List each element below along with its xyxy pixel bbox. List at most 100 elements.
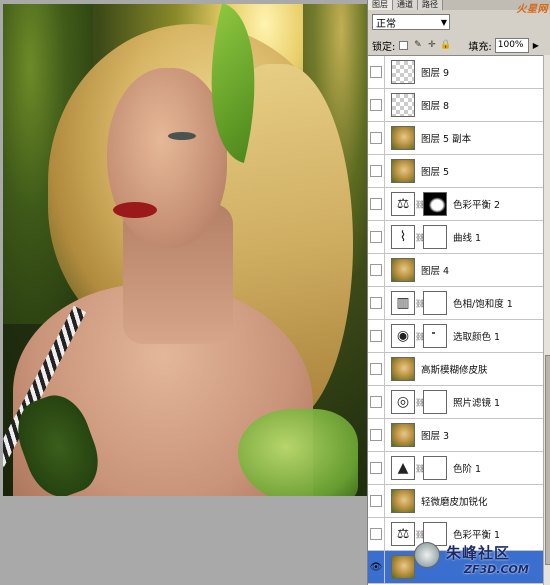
layer-row[interactable]: 图层 3 bbox=[368, 418, 543, 452]
layer-thumbnail bbox=[391, 357, 415, 381]
layer-row[interactable]: ⌇ ⛓ 曲线 1 bbox=[368, 220, 543, 254]
lock-label: 锁定: bbox=[372, 41, 396, 53]
tab-paths[interactable]: 路径 bbox=[418, 0, 443, 10]
visibility-box bbox=[370, 462, 382, 474]
chain-link-icon[interactable]: ⛓ bbox=[415, 200, 425, 209]
visibility-box bbox=[370, 396, 382, 408]
chain-link-icon[interactable]: ⛓ bbox=[415, 464, 425, 473]
lips bbox=[113, 202, 157, 218]
layer-name[interactable]: 曲线 1 bbox=[453, 230, 481, 244]
lock-position-icon[interactable]: ✛ bbox=[426, 40, 437, 51]
watermark-url: ZF3D.COM bbox=[464, 563, 529, 576]
fill-label: 填充: bbox=[468, 41, 492, 53]
layer-name[interactable]: 轻微磨皮加锐化 bbox=[421, 494, 488, 508]
watermark-bottom: 朱峰社区 ZF3D.COM bbox=[412, 540, 550, 585]
visibility-toggle[interactable] bbox=[368, 253, 385, 287]
lock-pixels-icon[interactable]: ✎ bbox=[412, 40, 423, 51]
layer-mask-thumbnail[interactable] bbox=[423, 192, 447, 216]
layer-mask-thumbnail[interactable] bbox=[423, 324, 447, 348]
visibility-toggle[interactable] bbox=[368, 220, 385, 254]
layer-name[interactable]: 照片滤镜 1 bbox=[453, 395, 500, 409]
layer-row[interactable]: 轻微磨皮加锐化 bbox=[368, 484, 543, 518]
visibility-box bbox=[370, 528, 382, 540]
visibility-box bbox=[370, 429, 382, 441]
chain-link-icon[interactable]: ⛓ bbox=[415, 398, 425, 407]
visibility-toggle[interactable] bbox=[368, 451, 385, 485]
curves-icon: ⌇ bbox=[391, 225, 415, 249]
visibility-toggle[interactable] bbox=[368, 484, 385, 518]
layer-row[interactable]: ◉ ⛓ 选取颜色 1 bbox=[368, 319, 543, 353]
layer-row[interactable]: ▲ ⛓ 色阶 1 bbox=[368, 451, 543, 485]
layer-name[interactable]: 图层 5 副本 bbox=[421, 131, 471, 145]
watermark-text: 朱峰社区 bbox=[446, 544, 511, 562]
photo-filter-icon: ◎ bbox=[391, 390, 415, 414]
visibility-toggle[interactable] bbox=[368, 385, 385, 419]
visibility-toggle[interactable] bbox=[368, 121, 385, 155]
eye-icon[interactable]: 👁 bbox=[368, 550, 385, 584]
scrollbar-thumb[interactable] bbox=[545, 355, 550, 565]
chain-link-icon[interactable]: ⛓ bbox=[415, 233, 425, 242]
chain-link-icon[interactable]: ⛓ bbox=[415, 299, 425, 308]
visibility-box bbox=[370, 132, 382, 144]
levels-icon: ▲ bbox=[391, 456, 415, 480]
visibility-toggle[interactable] bbox=[368, 154, 385, 188]
visibility-toggle[interactable] bbox=[368, 418, 385, 452]
lock-all-icon[interactable]: 🔒 bbox=[440, 40, 451, 51]
visibility-toggle[interactable] bbox=[368, 187, 385, 221]
layer-row[interactable]: 高斯模糊修皮肤 bbox=[368, 352, 543, 386]
layer-name[interactable]: 图层 8 bbox=[421, 98, 449, 112]
visibility-toggle[interactable] bbox=[368, 352, 385, 386]
layer-name[interactable]: 色彩平衡 1 bbox=[453, 527, 500, 541]
visibility-box bbox=[370, 330, 382, 342]
visibility-toggle[interactable] bbox=[368, 286, 385, 320]
layer-name[interactable]: 图层 3 bbox=[421, 428, 449, 442]
layer-name[interactable]: 高斯模糊修皮肤 bbox=[421, 362, 488, 376]
layer-row[interactable]: ◎ ⛓ 照片滤镜 1 bbox=[368, 385, 543, 419]
visibility-box bbox=[370, 66, 382, 78]
layer-mask-thumbnail[interactable] bbox=[423, 456, 447, 480]
layers-scrollbar[interactable] bbox=[543, 55, 550, 585]
tab-channels[interactable]: 通道 bbox=[393, 0, 418, 10]
visibility-box bbox=[370, 297, 382, 309]
leaf-bottom bbox=[238, 409, 358, 496]
watermark-logo-icon bbox=[414, 542, 440, 568]
layer-row[interactable]: ⚖ ⛓ 色彩平衡 2 bbox=[368, 187, 543, 221]
blend-mode-select[interactable]: 正常 ▼ bbox=[372, 14, 450, 30]
chain-link-icon[interactable]: ⛓ bbox=[415, 530, 425, 539]
layer-name[interactable]: 图层 4 bbox=[421, 263, 449, 277]
document-photo[interactable] bbox=[3, 4, 367, 496]
layer-row[interactable]: 图层 9 bbox=[368, 55, 543, 89]
layer-thumbnail bbox=[391, 159, 415, 183]
visibility-box bbox=[370, 495, 382, 507]
layer-name[interactable]: 图层 5 bbox=[421, 164, 449, 178]
layer-name[interactable]: 色彩平衡 2 bbox=[453, 197, 500, 211]
watermark-top: 火星网 bbox=[516, 4, 548, 15]
lock-transparency-icon[interactable] bbox=[398, 40, 409, 51]
layer-row[interactable]: 图层 5 副本 bbox=[368, 121, 543, 155]
fill-arrow-icon[interactable]: ▶ bbox=[533, 41, 539, 50]
eye bbox=[168, 132, 196, 140]
layer-name[interactable]: 选取颜色 1 bbox=[453, 329, 500, 343]
layer-name[interactable]: 图层 9 bbox=[421, 65, 449, 79]
canvas-area bbox=[0, 0, 368, 585]
chain-link-icon[interactable]: ⛓ bbox=[415, 332, 425, 341]
layer-thumbnail bbox=[391, 489, 415, 513]
balance-icon: ⚖ bbox=[391, 192, 415, 216]
layer-row[interactable]: 图层 8 bbox=[368, 88, 543, 122]
visibility-toggle[interactable] bbox=[368, 88, 385, 122]
visibility-toggle[interactable] bbox=[368, 319, 385, 353]
layer-mask-thumbnail[interactable] bbox=[423, 291, 447, 315]
layer-mask-thumbnail[interactable] bbox=[423, 225, 447, 249]
layer-row[interactable]: 图层 5 bbox=[368, 154, 543, 188]
tab-layers[interactable]: 图层 bbox=[368, 0, 393, 10]
visibility-box bbox=[370, 165, 382, 177]
layer-thumbnail bbox=[391, 258, 415, 282]
visibility-toggle[interactable] bbox=[368, 55, 385, 89]
layer-name[interactable]: 色相/饱和度 1 bbox=[453, 296, 513, 310]
layer-mask-thumbnail[interactable] bbox=[423, 390, 447, 414]
layer-row[interactable]: ▥ ⛓ 色相/饱和度 1 bbox=[368, 286, 543, 320]
layer-name[interactable]: 色阶 1 bbox=[453, 461, 481, 475]
fill-input[interactable]: 100% bbox=[494, 37, 529, 53]
visibility-toggle[interactable] bbox=[368, 517, 385, 551]
layer-row[interactable]: 图层 4 bbox=[368, 253, 543, 287]
